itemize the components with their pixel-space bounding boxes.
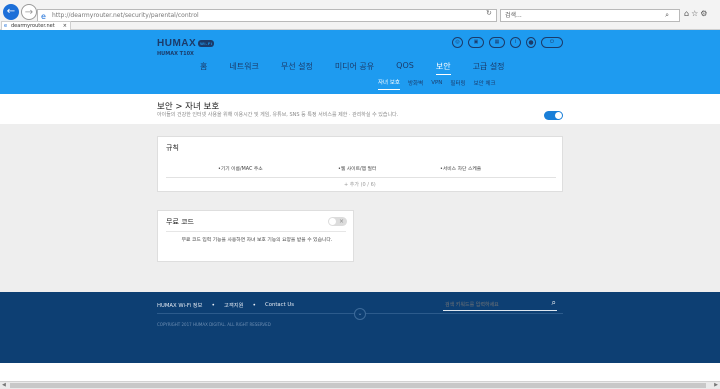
- horizontal-scrollbar[interactable]: ◀ ▶: [0, 381, 720, 389]
- menu-security[interactable]: 보안: [435, 61, 451, 75]
- mobile-icon[interactable]: ▣: [468, 37, 484, 48]
- header-icons: ◎ ▣ ▦ i ⏻: [452, 37, 563, 48]
- logo-badge: Wi-Fi: [198, 39, 215, 47]
- menu-qos[interactable]: QOS: [396, 61, 414, 75]
- search-icon[interactable]: ⌕: [552, 298, 556, 308]
- menu-home[interactable]: 홈: [200, 61, 207, 75]
- column-device: •기기 이름/MAC 주소: [218, 167, 263, 172]
- search-icon[interactable]: ⌕: [665, 10, 669, 21]
- add-rule-button[interactable]: + 추가 (0 / 6): [344, 181, 376, 188]
- free-code-card: 무료 코드 × 무료 코드 입력 기능을 사용하면 자녀 보호 기능의 요양을 …: [157, 210, 354, 262]
- globe-icon[interactable]: ◎: [452, 37, 463, 48]
- page-bottom: [0, 363, 720, 381]
- footer-separator: •: [211, 301, 215, 309]
- footer-links: HUMAX Wi-Fi 정보 • 고객지원 • Contact Us: [157, 301, 294, 310]
- menu-media-share[interactable]: 미디어 공유: [335, 61, 374, 75]
- submenu-vpn[interactable]: VPN: [431, 80, 442, 89]
- submenu-firewall[interactable]: 방화벽: [408, 79, 423, 90]
- rules-title: 규칙: [166, 144, 179, 152]
- footer-link-support[interactable]: 고객지원: [224, 301, 244, 309]
- footer-link-contact[interactable]: Contact Us: [265, 302, 294, 308]
- submenu-filtering[interactable]: 필터링: [450, 79, 465, 90]
- submenu-parental-control[interactable]: 자녀 보호: [378, 78, 400, 90]
- security-submenu: 자녀 보호 방화벽 VPN 필터링 보안 체크: [378, 78, 504, 90]
- rules-card: 규칙 •기기 이름/MAC 주소 •웹 사이트/앱 필터 •서비스 차단 스케줄…: [157, 136, 563, 192]
- free-code-divider: [166, 231, 346, 232]
- copyright-text: COPYRIGHT 2017 HUMAX DIGITAL. ALL RIGHT …: [157, 322, 271, 327]
- main-menu: 홈 네트워크 무선 설정 미디어 공유 QOS 보안 고급 설정: [200, 61, 527, 75]
- page-description: 아이들의 건강한 인터넷 사용을 위해 이용시간 및 게임, 유튜브, SNS …: [157, 112, 399, 118]
- power-icon[interactable]: ⏻: [541, 37, 563, 48]
- browser-toolbar: ← → e http://dearmyrouter.net/security/p…: [0, 0, 720, 30]
- address-bar[interactable]: e http://dearmyrouter.net/security/paren…: [37, 9, 497, 22]
- tab-favicon-icon: e: [4, 23, 8, 29]
- toggle-off-icon: ×: [338, 218, 344, 225]
- column-schedule: •서비스 차단 스케줄: [440, 167, 482, 172]
- close-tab-icon[interactable]: ×: [63, 22, 67, 30]
- scrollbar-thumb[interactable]: [10, 383, 706, 388]
- footer-search: ⌕: [443, 298, 557, 311]
- footer-separator: •: [252, 301, 257, 309]
- toggle-knob: [555, 112, 562, 119]
- tab-title: dearmyrouter.net: [11, 23, 55, 29]
- column-web-filter: •웹 사이트/앱 필터: [338, 167, 377, 172]
- menu-wireless[interactable]: 무선 설정: [281, 61, 313, 75]
- address-url: http://dearmyrouter.net/security/parenta…: [52, 12, 199, 19]
- browser-tab[interactable]: e dearmyrouter.net ×: [1, 21, 71, 30]
- back-arrow-icon[interactable]: ←: [3, 4, 19, 20]
- free-code-title: 무료 코드: [166, 218, 194, 226]
- browser-tools-icons[interactable]: ⌂☆⚙: [684, 9, 709, 18]
- scroll-right-icon[interactable]: ▶: [714, 382, 718, 388]
- free-code-description: 무료 코드 입력 기능을 사용하면 자녀 보호 기능의 요양을 받을 수 있습니…: [181, 238, 333, 243]
- model-name: HUMAX T10X: [157, 51, 194, 57]
- humax-logo[interactable]: HUMAX Wi-Fi: [157, 38, 215, 49]
- footer-link-about[interactable]: HUMAX Wi-Fi 정보: [157, 301, 202, 309]
- page-footer: HUMAX Wi-Fi 정보 • 고객지원 • Contact Us ⌕ ⌄ C…: [0, 292, 720, 363]
- scroll-left-icon[interactable]: ◀: [2, 382, 6, 388]
- logo-text: HUMAX: [157, 38, 197, 49]
- refresh-icon[interactable]: ↻: [486, 9, 492, 17]
- footer-search-input[interactable]: [445, 300, 541, 309]
- rules-divider: [166, 177, 556, 178]
- toggle-knob: [329, 218, 336, 225]
- browser-search-placeholder: 검색...: [505, 12, 522, 19]
- network-icon[interactable]: ▦: [489, 37, 505, 48]
- menu-network[interactable]: 네트워크: [229, 61, 258, 75]
- browser-search-input[interactable]: 검색... ⌕: [500, 9, 680, 22]
- title-band: 보안 > 자녀 보호 아이들의 건강한 인터넷 사용을 위해 이용시간 및 게임…: [0, 94, 720, 124]
- main-content: 보안 > 자녀 보호 아이들의 건강한 인터넷 사용을 위해 이용시간 및 게임…: [0, 94, 720, 292]
- forward-arrow-icon[interactable]: →: [21, 4, 37, 20]
- menu-advanced[interactable]: 고급 설정: [473, 61, 505, 75]
- free-code-toggle[interactable]: ×: [328, 217, 347, 226]
- parental-control-toggle[interactable]: [544, 111, 563, 120]
- router-header: HUMAX Wi-Fi HUMAX T10X ◎ ▣ ▦ i ⏻ 홈 네트워크 무…: [0, 30, 720, 94]
- submenu-security-check[interactable]: 보안 체크: [474, 79, 496, 90]
- settings-icon[interactable]: [526, 37, 536, 48]
- info-icon[interactable]: i: [510, 37, 521, 48]
- chevron-down-icon[interactable]: ⌄: [354, 308, 366, 320]
